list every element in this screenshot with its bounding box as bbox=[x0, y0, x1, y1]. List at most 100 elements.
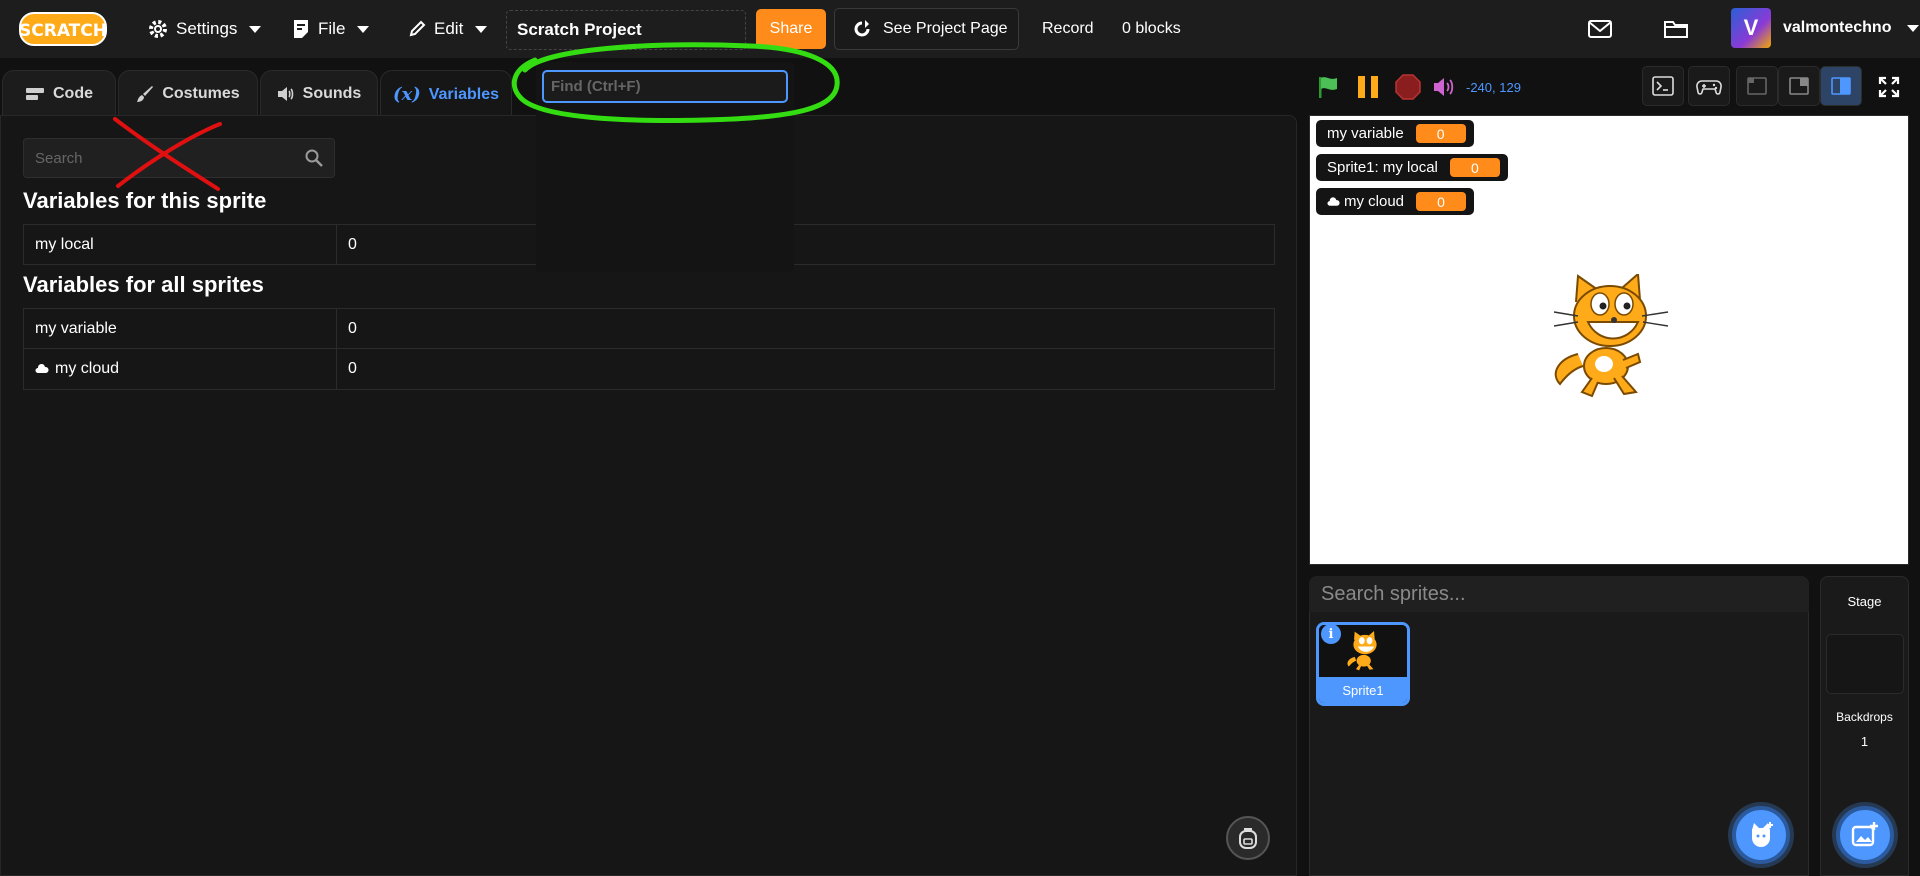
variable-value-input[interactable]: 0 bbox=[337, 349, 357, 389]
file-menu[interactable]: File bbox=[292, 14, 370, 44]
brush-icon bbox=[137, 85, 154, 102]
mouse-coordinates: -240, 129 bbox=[1466, 80, 1521, 95]
monitor-value: 0 bbox=[1415, 124, 1466, 143]
variable-value: 0 bbox=[348, 319, 357, 337]
project-page-icon bbox=[854, 20, 870, 37]
backdrop-thumbnail bbox=[1826, 634, 1904, 694]
variable-name-input[interactable]: my local bbox=[24, 225, 337, 264]
speaker-icon bbox=[277, 86, 293, 101]
gear-icon bbox=[149, 20, 167, 38]
cat-sprite[interactable] bbox=[1548, 274, 1672, 404]
tab-sounds[interactable]: Sounds bbox=[260, 70, 378, 116]
variable-search-input[interactable]: Search bbox=[23, 138, 335, 178]
settings-menu[interactable]: Settings bbox=[148, 14, 262, 44]
variable-name-input[interactable]: my variable bbox=[24, 309, 337, 348]
scratch-editor: SCRATCH Settings File Edit Share See Pro… bbox=[0, 0, 1920, 876]
large-stage-button[interactable] bbox=[1820, 66, 1862, 106]
share-button[interactable]: Share bbox=[756, 9, 826, 49]
chevron-down-icon bbox=[1907, 24, 1920, 32]
monitor-label: Sprite1: my local bbox=[1327, 159, 1438, 176]
see-project-page-button[interactable]: See Project Page bbox=[834, 8, 1019, 50]
variable-name: my variable bbox=[35, 319, 117, 337]
monitor-label: my variable bbox=[1327, 125, 1404, 142]
monitor-value: 0 bbox=[1449, 158, 1500, 177]
tab-code[interactable]: Code bbox=[2, 70, 116, 116]
tab-variables-label: Variables bbox=[428, 85, 500, 103]
pause-icon[interactable] bbox=[1355, 74, 1381, 100]
username: valmontechno bbox=[1783, 19, 1892, 36]
tab-code-label: Code bbox=[53, 84, 93, 102]
backdrops-label: Backdrops bbox=[1836, 710, 1893, 724]
settings-label: Settings bbox=[176, 19, 238, 38]
backpack-button[interactable] bbox=[1226, 816, 1270, 860]
small-stage-icon bbox=[1747, 77, 1767, 95]
file-icon bbox=[294, 20, 308, 38]
edit-label: Edit bbox=[434, 19, 464, 38]
global-variables-table: my variable 0 my cloud 0 bbox=[23, 308, 1275, 390]
chevron-down-icon bbox=[249, 25, 262, 33]
variable-monitor: my cloud 0 bbox=[1316, 188, 1475, 215]
avatar: V bbox=[1731, 8, 1771, 48]
add-backdrop-icon bbox=[1851, 822, 1878, 847]
variable-name: my cloud bbox=[55, 360, 120, 377]
tab-costumes[interactable]: Costumes bbox=[118, 70, 258, 116]
variable-search-placeholder: Search bbox=[35, 150, 83, 167]
edit-menu[interactable]: Edit bbox=[408, 14, 488, 44]
blocks-count: 0 blocks bbox=[1122, 20, 1181, 37]
variable-name: my local bbox=[35, 235, 94, 253]
monitor-value: 0 bbox=[1416, 192, 1467, 211]
table-row: my cloud 0 bbox=[23, 349, 1275, 390]
tab-sounds-label: Sounds bbox=[302, 84, 362, 102]
file-label: File bbox=[318, 19, 346, 38]
variable-value: 0 bbox=[348, 360, 357, 377]
record-button[interactable]: Record bbox=[1042, 20, 1094, 38]
large-stage-icon bbox=[1831, 77, 1851, 95]
find-input[interactable] bbox=[542, 70, 788, 103]
variable-value: 0 bbox=[348, 235, 357, 253]
add-sprite-icon bbox=[1752, 822, 1773, 847]
account-menu[interactable]: V valmontechno bbox=[1731, 8, 1920, 48]
global-variables-heading: Variables for all sprites bbox=[23, 272, 264, 297]
gamepad-icon bbox=[1696, 80, 1722, 95]
sprite-search-input[interactable]: Search sprites... bbox=[1309, 576, 1809, 612]
menu-bar: SCRATCH Settings File Edit Share See Pro… bbox=[0, 0, 1920, 58]
stage-canvas[interactable]: my variable 0 Sprite1: my local 0 my clo… bbox=[1309, 115, 1909, 565]
cloud-icon bbox=[35, 364, 49, 373]
terminal-icon bbox=[1652, 76, 1674, 96]
gamepad-button[interactable] bbox=[1688, 66, 1730, 106]
stage-pane-title: Stage bbox=[1847, 594, 1882, 609]
cloud-icon bbox=[1327, 196, 1340, 206]
info-icon[interactable]: i bbox=[1321, 624, 1341, 644]
small-stage-button[interactable] bbox=[1736, 66, 1778, 106]
search-icon bbox=[305, 149, 323, 167]
monitor-label: my cloud bbox=[1344, 193, 1405, 210]
sprite-variables-heading: Variables for this sprite bbox=[23, 188, 267, 213]
mail-icon[interactable] bbox=[1587, 16, 1613, 42]
add-sprite-button[interactable] bbox=[1732, 806, 1790, 864]
tab-variables[interactable]: (x) Variables bbox=[380, 70, 512, 118]
green-flag-icon[interactable] bbox=[1315, 74, 1341, 100]
variable-icon: (x) bbox=[392, 84, 421, 105]
see-project-page-label: See Project Page bbox=[883, 20, 1008, 37]
variable-monitor: Sprite1: my local 0 bbox=[1316, 154, 1508, 181]
volume-icon[interactable] bbox=[1433, 77, 1455, 97]
scratch-logo[interactable]: SCRATCH bbox=[19, 10, 107, 48]
sprite-name: Sprite1 bbox=[1319, 677, 1407, 703]
folder-icon[interactable] bbox=[1663, 16, 1689, 42]
add-backdrop-button[interactable] bbox=[1836, 806, 1894, 864]
table-row: my variable 0 bbox=[23, 308, 1275, 349]
project-title-input[interactable] bbox=[506, 10, 746, 50]
stop-icon[interactable] bbox=[1395, 74, 1421, 100]
code-icon bbox=[26, 87, 44, 100]
pencil-icon bbox=[409, 20, 426, 37]
backdrops-count: 1 bbox=[1860, 734, 1869, 749]
chevron-down-icon bbox=[475, 25, 488, 33]
medium-stage-button[interactable] bbox=[1778, 66, 1820, 106]
variable-value-input[interactable]: 0 bbox=[337, 225, 357, 264]
console-button[interactable] bbox=[1642, 66, 1684, 106]
variable-name-input[interactable]: my cloud bbox=[24, 349, 337, 389]
tab-costumes-label: Costumes bbox=[162, 84, 240, 102]
fullscreen-icon[interactable] bbox=[1878, 76, 1900, 98]
variable-monitor: my variable 0 bbox=[1316, 120, 1474, 147]
variable-value-input[interactable]: 0 bbox=[337, 309, 357, 348]
